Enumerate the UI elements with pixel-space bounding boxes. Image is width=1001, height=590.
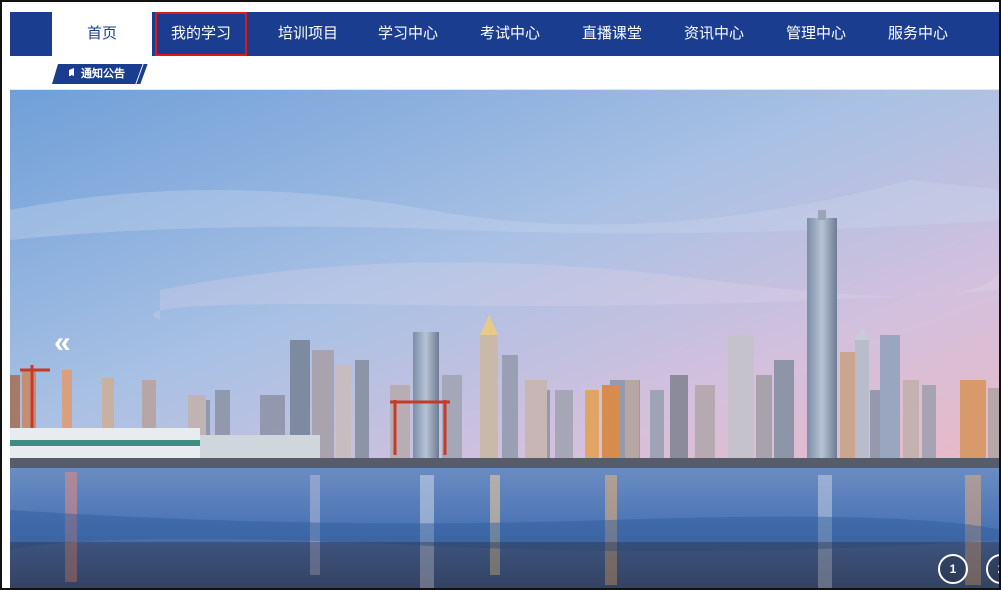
nav-learning-center[interactable]: 学习中心 xyxy=(358,12,458,56)
notice-tag-label: 通知公告 xyxy=(81,68,125,80)
main-nav: 首页 我的学习 培训项目 学习中心 考试中心 直播课堂 资讯中心 管理中心 服务… xyxy=(10,12,999,56)
page-frame: 首页 我的学习 培训项目 学习中心 考试中心 直播课堂 资讯中心 管理中心 服务… xyxy=(0,0,1001,590)
nav-training-projects[interactable]: 培训项目 xyxy=(258,12,358,56)
notice-bar: 通知公告 xyxy=(10,56,999,90)
notice-tag[interactable]: 通知公告 xyxy=(52,64,139,84)
nav-service-center[interactable]: 服务中心 xyxy=(868,12,968,56)
nav-my-learning[interactable]: 我的学习 xyxy=(155,12,247,56)
city-skyline-image xyxy=(10,90,999,588)
nav-management-center[interactable]: 管理中心 xyxy=(766,12,866,56)
carousel-prev-arrow[interactable]: « xyxy=(54,328,86,360)
hero-banner[interactable]: « 1 2 xyxy=(10,90,999,588)
nav-news-center[interactable]: 资讯中心 xyxy=(664,12,764,56)
carousel-page-1[interactable]: 1 xyxy=(938,554,968,584)
nav-home[interactable]: 首页 xyxy=(52,12,152,56)
nav-live-classroom[interactable]: 直播课堂 xyxy=(562,12,662,56)
banner-caption-overlay xyxy=(10,542,999,588)
megaphone-icon xyxy=(68,64,78,84)
nav-exam-center[interactable]: 考试中心 xyxy=(460,12,560,56)
